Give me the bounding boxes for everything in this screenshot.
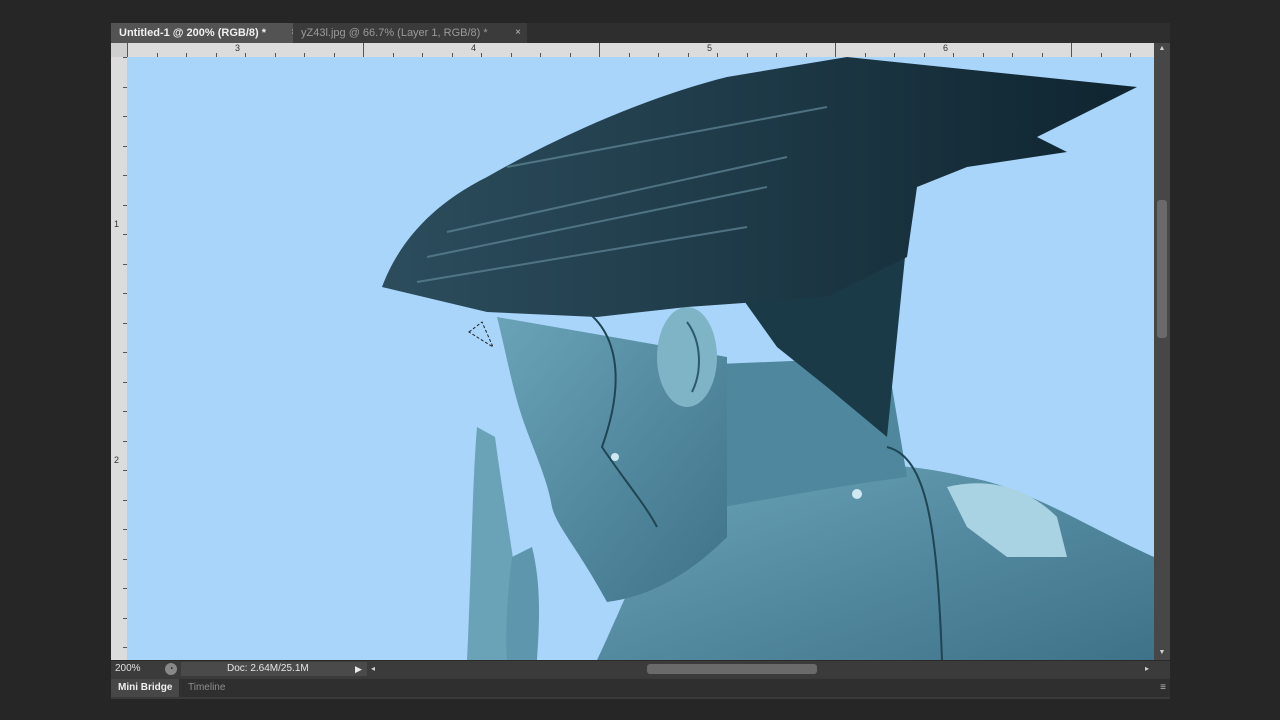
panel-menu-icon[interactable]: ≡ xyxy=(1160,679,1166,697)
tab-label: yZ43l.jpg @ 66.7% (Layer 1, RGB/8) * xyxy=(301,27,488,39)
document-canvas[interactable] xyxy=(127,57,1154,660)
vertical-scroll-thumb[interactable] xyxy=(1157,200,1167,338)
tab-timeline[interactable]: Timeline xyxy=(181,679,232,697)
horizontal-scroll-thumb[interactable] xyxy=(647,664,817,674)
tab-untitled-1[interactable]: Untitled-1 @ 200% (RGB/8) * × xyxy=(111,23,303,43)
proof-setup-icon[interactable]: ◔ xyxy=(165,663,177,675)
ruler-label: 5 xyxy=(707,43,713,53)
document-size-info: Doc: 2.64M/25.1M xyxy=(181,662,367,676)
vertical-scrollbar[interactable]: ▲ ▼ xyxy=(1154,43,1170,660)
tab-mini-bridge[interactable]: Mini Bridge xyxy=(111,679,180,697)
horizontal-ruler[interactable]: 3 4 5 6 xyxy=(127,43,1154,57)
status-menu-arrow-icon[interactable]: ▶ xyxy=(355,661,362,677)
scroll-right-icon[interactable]: ▸ xyxy=(1145,661,1149,677)
zoom-level-field[interactable]: 200% xyxy=(115,661,141,677)
ruler-label: 1 xyxy=(114,219,120,229)
ruler-label: 6 xyxy=(943,43,949,53)
horizontal-scrollbar[interactable]: ◂ ▸ xyxy=(371,661,1154,677)
ruler-tick xyxy=(835,43,836,57)
vertical-ruler[interactable]: 1 2 xyxy=(111,57,127,660)
ruler-label: 2 xyxy=(114,455,120,465)
tab-yz43l-jpg[interactable]: yZ43l.jpg @ 66.7% (Layer 1, RGB/8) * × xyxy=(293,23,527,43)
ruler-tick xyxy=(363,43,364,57)
status-bar: 200% ◔ Doc: 2.64M/25.1M ▶ ◂ ▸ xyxy=(111,660,1170,677)
ruler-label: 4 xyxy=(471,43,477,53)
ruler-label: 3 xyxy=(235,43,241,53)
close-icon[interactable]: × xyxy=(515,23,521,43)
scroll-up-icon[interactable]: ▲ xyxy=(1154,43,1170,55)
scroll-left-icon[interactable]: ◂ xyxy=(371,661,375,677)
ruler-tick xyxy=(1071,43,1072,57)
ruler-tick xyxy=(127,43,128,57)
document-tab-bar: Untitled-1 @ 200% (RGB/8) * × yZ43l.jpg … xyxy=(111,23,1170,43)
cyborg-woman-artwork xyxy=(382,57,1154,660)
ruler-origin[interactable] xyxy=(111,43,127,57)
scroll-down-icon[interactable]: ▼ xyxy=(1154,647,1170,659)
ruler-tick xyxy=(599,43,600,57)
bottom-panel-tabs: Mini Bridge Timeline ≡ xyxy=(111,679,1170,697)
tab-label: Untitled-1 @ 200% (RGB/8) * xyxy=(119,27,267,39)
